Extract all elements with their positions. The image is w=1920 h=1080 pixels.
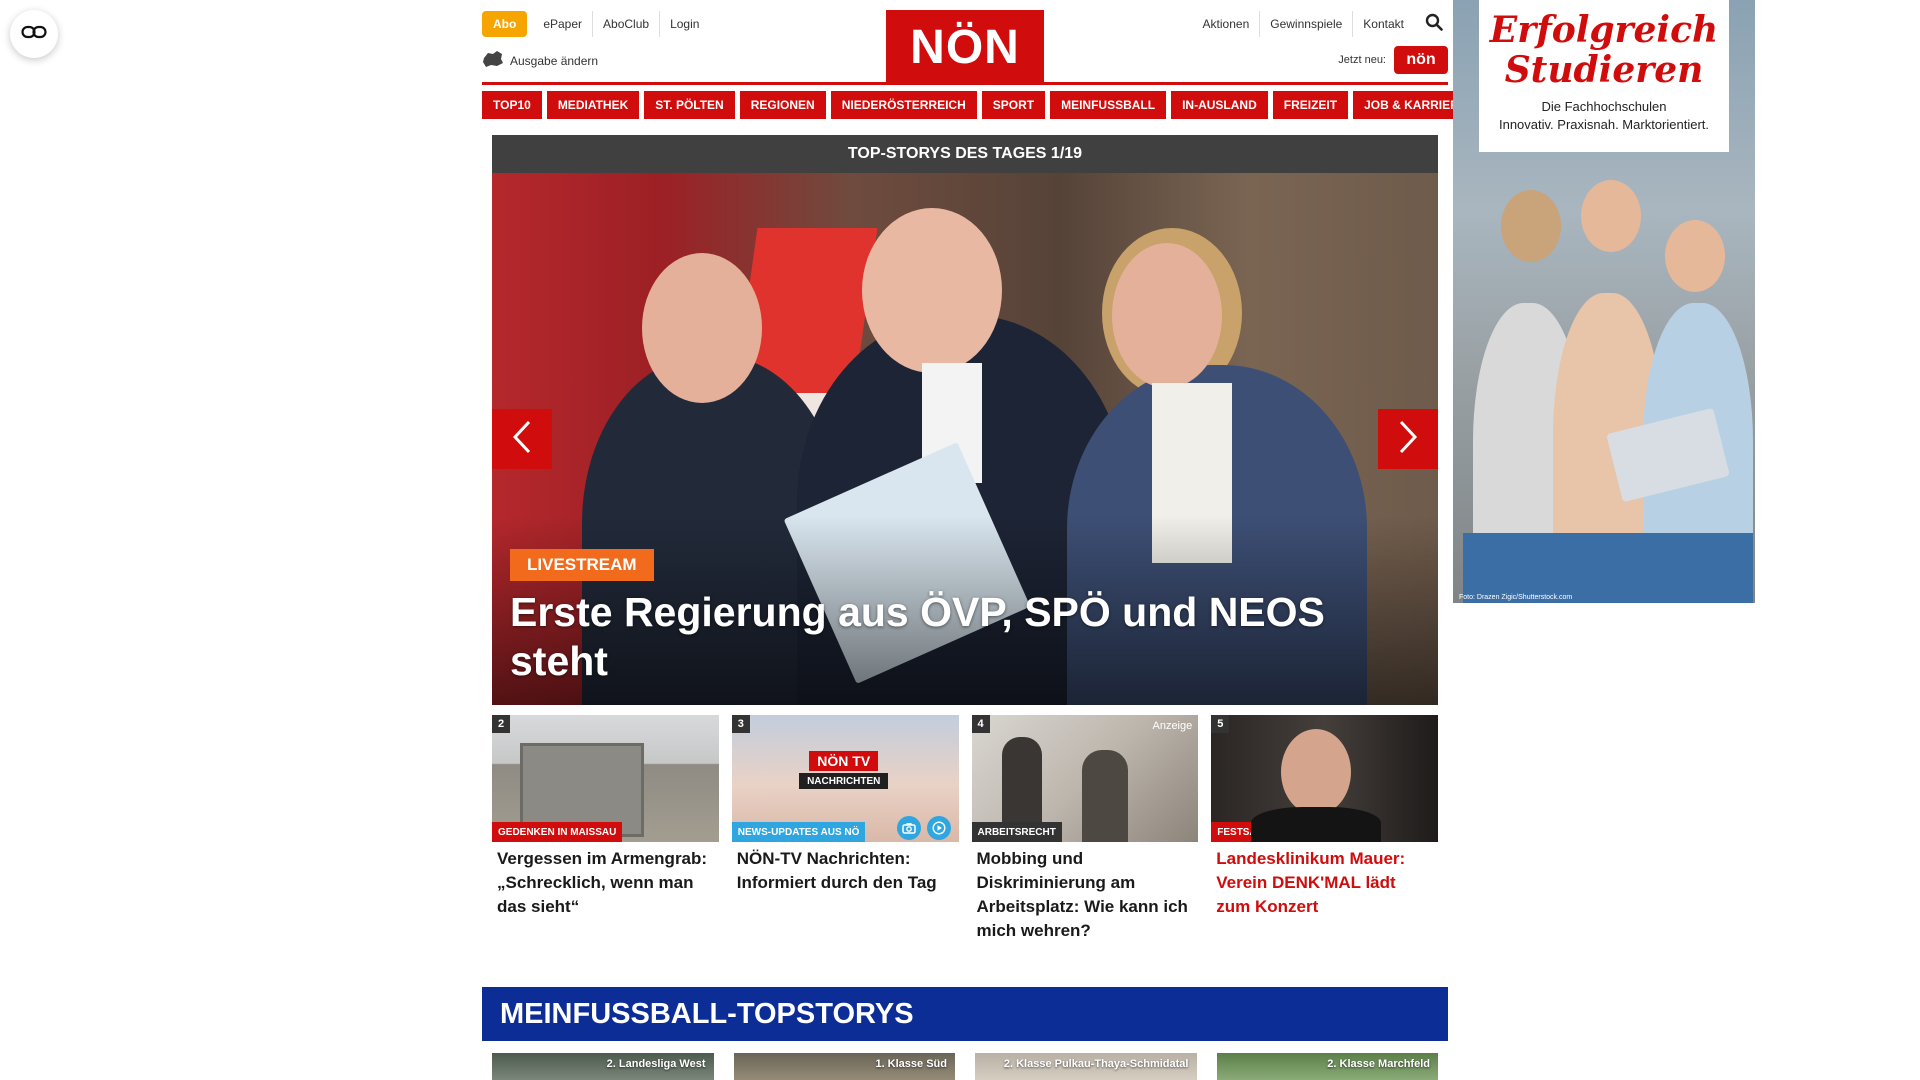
edition-label: Ausgabe ändern bbox=[510, 53, 599, 68]
story-category: GEDENKEN IN MAISSAU bbox=[492, 822, 623, 842]
ad-subtitle: Die Fachhochschulen Innovativ. Praxisnah… bbox=[1479, 98, 1729, 134]
nav-item-mediathek[interactable]: MEDIATHEK bbox=[546, 91, 640, 119]
slide-headline[interactable]: Erste Regierung aus ÖVP, SPÖ und NEOS st… bbox=[510, 588, 1410, 686]
story-image: 4 Anzeige ARBEITSRECHT bbox=[971, 715, 1199, 842]
ad-label: Anzeige bbox=[1152, 720, 1193, 732]
aboclub-link[interactable]: AboClub bbox=[592, 11, 659, 37]
ad-title: Erfolgreich Studieren bbox=[1489, 9, 1719, 91]
story-title[interactable]: Vergessen im Armengrab: „Schrecklich, we… bbox=[492, 842, 719, 919]
slider-prev-button[interactable] bbox=[492, 409, 552, 469]
story-title[interactable]: NÖN-TV Nachrichten: Informiert durch den… bbox=[732, 842, 959, 895]
ad-subtitle-line: Die Fachhochschulen bbox=[1541, 99, 1667, 114]
ad-subtitle-line: Innovativ. Praxisnah. Marktorientiert. bbox=[1498, 117, 1709, 132]
ad-photo-head bbox=[1665, 220, 1725, 292]
app-promo: Jetzt neu: nön bbox=[1338, 46, 1448, 74]
camera-icon bbox=[896, 816, 921, 840]
nav-item-st-poelten[interactable]: ST. PÖLTEN bbox=[644, 91, 735, 119]
photo-head-right bbox=[1112, 243, 1222, 388]
edition-selector[interactable]: Ausgabe ändern bbox=[482, 50, 598, 71]
app-badge[interactable]: nön bbox=[1394, 46, 1448, 74]
nav-item-sport[interactable]: SPORT bbox=[981, 91, 1046, 119]
header: Abo ePaper AboClub Login Ausgabe ändern … bbox=[482, 0, 1448, 84]
ad-text-box: Erfolgreich Studieren Die Fachhochschule… bbox=[1479, 0, 1729, 152]
league-label: 2. Klasse Pulkau-Thaya-Schmidatal bbox=[1003, 1058, 1189, 1070]
kontakt-link[interactable]: Kontakt bbox=[1352, 11, 1414, 37]
nav-item-top10[interactable]: TOP10 bbox=[482, 91, 542, 119]
abo-button[interactable]: Abo bbox=[482, 11, 528, 37]
league-label: 2. Landesliga West bbox=[606, 1058, 706, 1070]
nav-item-niederoesterreich[interactable]: NIEDERÖSTERREICH bbox=[830, 91, 977, 119]
story-image: 5 FESTSAAL LANDESKLINIKUM bbox=[1211, 715, 1438, 842]
football-story-card[interactable]: 2. Klasse Pulkau-Thaya-Schmidatal bbox=[975, 1053, 1197, 1080]
noen-tv-logo: NÖN TV NACHRICHTEN bbox=[794, 751, 894, 793]
site-logo[interactable]: NÖN bbox=[886, 10, 1044, 84]
page-column: Abo ePaper AboClub Login Ausgabe ändern … bbox=[482, 0, 1478, 1080]
link-button[interactable] bbox=[10, 10, 58, 58]
story-title[interactable]: Mobbing und Diskriminierung am Arbeitspl… bbox=[972, 842, 1199, 943]
gewinnspiele-link[interactable]: Gewinnspiele bbox=[1259, 11, 1352, 37]
play-icon bbox=[926, 816, 951, 840]
advertisement-banner[interactable]: Erfolgreich Studieren Die Fachhochschule… bbox=[1453, 0, 1755, 603]
aktionen-link[interactable]: Aktionen bbox=[1193, 11, 1260, 37]
map-icon bbox=[482, 50, 510, 71]
nav-item-freizeit[interactable]: FREIZEIT bbox=[1272, 91, 1349, 119]
story-image: 3 NÖN TV NACHRICHTEN NEWS-UPDATES AUS NÖ bbox=[731, 715, 959, 842]
story-number: 3 bbox=[731, 715, 750, 733]
login-link[interactable]: Login bbox=[659, 11, 709, 37]
search-icon bbox=[1425, 13, 1443, 36]
chevron-left-icon bbox=[511, 419, 533, 460]
story-card[interactable]: 3 NÖN TV NACHRICHTEN NEWS-UPDATES AUS NÖ… bbox=[731, 715, 959, 943]
story-card[interactable]: 4 Anzeige ARBEITSRECHT Mobbing und Diskr… bbox=[971, 715, 1199, 943]
slider-next-button[interactable] bbox=[1378, 409, 1438, 469]
football-story-card[interactable]: 1. Klasse Süd bbox=[733, 1053, 955, 1080]
ad-photo-head bbox=[1581, 180, 1641, 252]
story-card[interactable]: 2 GEDENKEN IN MAISSAU Vergessen im Armen… bbox=[492, 715, 719, 943]
nav-item-in-ausland[interactable]: IN-AUSLAND bbox=[1171, 91, 1268, 119]
football-story-card[interactable]: 2. Klasse Marchfeld bbox=[1216, 1053, 1438, 1080]
app-promo-label: Jetzt neu: bbox=[1338, 54, 1386, 66]
league-label: 2. Klasse Marchfeld bbox=[1327, 1058, 1430, 1070]
ad-photo-credit: Foto: Drazen Zigic/Shutterstock.com bbox=[1459, 594, 1573, 601]
story-category: ARBEITSRECHT bbox=[971, 822, 1062, 842]
story-category: NEWS-UPDATES AUS NÖ bbox=[731, 822, 866, 842]
story-category: FESTSAAL LANDESKLINIKUM bbox=[1211, 822, 1369, 842]
utility-nav-left: Abo ePaper AboClub Login bbox=[482, 10, 709, 38]
livestream-badge: LIVESTREAM bbox=[510, 549, 654, 581]
ad-photo-head bbox=[1501, 190, 1561, 262]
meinfussball-cards: 2. Landesliga West 1. Klasse Süd 2. Klas… bbox=[492, 1053, 1438, 1080]
story-card[interactable]: 5 FESTSAAL LANDESKLINIKUM Landesklinikum… bbox=[1211, 715, 1438, 943]
link-icon bbox=[21, 25, 47, 44]
tv-logo-bottom: NACHRICHTEN bbox=[799, 773, 889, 789]
tv-logo-top: NÖN TV bbox=[809, 751, 879, 771]
meinfussball-heading[interactable]: MEINFUSSBALL-TOPSTORYS bbox=[482, 987, 1448, 1041]
slide-main-story[interactable]: LIVESTREAM Erste Regierung aus ÖVP, SPÖ … bbox=[492, 173, 1438, 705]
story-number: 2 bbox=[492, 715, 510, 733]
utility-nav-right: Aktionen Gewinnspiele Kontakt bbox=[1187, 10, 1448, 38]
story-image: 2 GEDENKEN IN MAISSAU bbox=[492, 715, 719, 842]
search-button[interactable] bbox=[1420, 10, 1448, 38]
photo-head-left bbox=[642, 253, 762, 403]
epaper-link[interactable]: ePaper bbox=[533, 11, 592, 37]
photo-head-center bbox=[862, 208, 1002, 373]
nav-item-meinfussball[interactable]: MEINFUSSBALL bbox=[1050, 91, 1167, 119]
slider-heading: TOP-STORYS DES TAGES 1/19 bbox=[492, 135, 1438, 173]
football-story-card[interactable]: 2. Landesliga West bbox=[492, 1053, 714, 1080]
top-stories-slider: TOP-STORYS DES TAGES 1/19 LIVESTREAM Ers… bbox=[492, 135, 1438, 705]
story-number: 5 bbox=[1211, 715, 1230, 733]
main-nav: TOP10 MEDIATHEK ST. PÖLTEN REGIONEN NIED… bbox=[482, 91, 1478, 119]
story-title[interactable]: Landesklinikum Mauer: Verein DENK'MAL lä… bbox=[1211, 842, 1438, 919]
chevron-right-icon bbox=[1397, 419, 1419, 460]
nav-item-regionen[interactable]: REGIONEN bbox=[739, 91, 826, 119]
story-cards: 2 GEDENKEN IN MAISSAU Vergessen im Armen… bbox=[492, 715, 1438, 943]
ad-photo-jeans bbox=[1463, 533, 1753, 603]
story-number: 4 bbox=[971, 715, 990, 733]
league-label: 1. Klasse Süd bbox=[875, 1058, 947, 1070]
media-icons bbox=[896, 816, 951, 840]
